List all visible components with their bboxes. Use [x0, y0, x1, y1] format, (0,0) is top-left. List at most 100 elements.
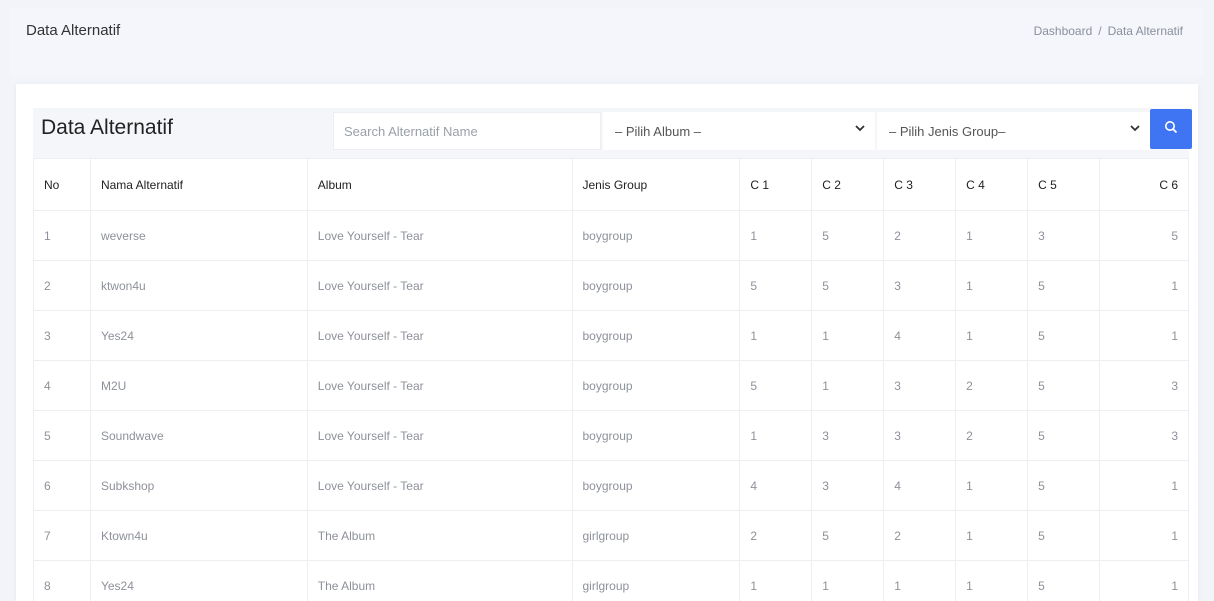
album-select-value: – Pilih Album – — [615, 123, 701, 139]
breadcrumb-separator: / — [1098, 24, 1102, 38]
table-row: 4 M2U Love Yourself - Tear boygroup 5 1 3 2 5 3 — [33, 360, 1189, 411]
cell-nama-alternatif: Ktown4u — [89, 510, 308, 561]
card-toolbar: Data Alternatif – Pilih Album – – Pilih … — [33, 108, 1192, 158]
table-row: 8 Yes24 The Album girlgroup 1 1 1 1 5 1 — [33, 560, 1189, 601]
page-title: Data Alternatif — [26, 22, 121, 39]
card-title: Data Alternatif — [41, 116, 173, 139]
cell-c6: 1 — [1099, 260, 1189, 311]
search-input[interactable] — [333, 112, 601, 150]
cell-c2: 1 — [811, 560, 885, 601]
cell-c6: 1 — [1099, 510, 1189, 561]
cell-c4: 2 — [955, 410, 1029, 461]
column-header-c6: C 6 — [1099, 158, 1189, 211]
cell-no: 3 — [33, 310, 91, 361]
cell-c3: 3 — [883, 360, 957, 411]
cell-nama-alternatif: Soundwave — [89, 410, 308, 461]
cell-nama-alternatif: ktwon4u — [89, 260, 308, 311]
table-row: 1 weverse Love Yourself - Tear boygroup 1 5 2 1… — [33, 210, 1189, 261]
table-row: 6 Subkshop Love Yourself - Tear boygroup 4 3 4… — [33, 460, 1189, 511]
column-header-c5: C 5 — [1027, 158, 1101, 211]
cell-nama-alternatif: M2U — [89, 360, 308, 411]
cell-c2: 1 — [811, 310, 885, 361]
column-header-jenis-group: Jenis Group — [571, 158, 741, 211]
page-header: Data Alternatif Dashboard / Data Alternati… — [10, 8, 1203, 76]
cell-c1: 5 — [739, 360, 813, 411]
chevron-down-icon — [1130, 124, 1140, 135]
column-header-nama-alternatif: Nama Alternatif — [89, 158, 308, 211]
cell-c6: 3 — [1099, 410, 1189, 461]
cell-album: Love Yourself - Tear — [306, 310, 573, 361]
cell-c2: 5 — [811, 510, 885, 561]
cell-c2: 1 — [811, 360, 885, 411]
cell-c4: 1 — [955, 560, 1029, 601]
column-header-c2: C 2 — [811, 158, 885, 211]
cell-c3: 3 — [883, 260, 957, 311]
cell-c3: 1 — [883, 560, 957, 601]
cell-c5: 5 — [1027, 410, 1101, 461]
cell-no: 7 — [33, 510, 91, 561]
table-row: 7 Ktown4u The Album girlgroup 2 5 2 1 5 1 — [33, 510, 1189, 561]
cell-nama-alternatif: Yes24 — [89, 560, 308, 601]
cell-c5: 5 — [1027, 360, 1101, 411]
cell-jenis-group: boygroup — [571, 360, 741, 411]
cell-c4: 2 — [955, 360, 1029, 411]
cell-c6: 1 — [1099, 310, 1189, 361]
cell-c6: 1 — [1099, 460, 1189, 511]
cell-jenis-group: boygroup — [571, 260, 741, 311]
breadcrumb: Dashboard / Data Alternatif — [1034, 24, 1183, 38]
album-select[interactable]: – Pilih Album – — [603, 112, 875, 150]
breadcrumb-current: Data Alternatif — [1107, 24, 1183, 38]
alternatif-table: No Nama Alternatif Album Jenis Group C 1C 2C… — [33, 158, 1189, 601]
cell-c5: 5 — [1027, 310, 1101, 361]
column-header-c4: C 4 — [955, 158, 1029, 211]
cell-c5: 5 — [1027, 560, 1101, 601]
cell-c6: 1 — [1099, 560, 1189, 601]
table-row: 2 ktwon4u Love Yourself - Tear boygroup 5 5 3 1… — [33, 260, 1189, 311]
cell-c4: 1 — [955, 510, 1029, 561]
cell-c2: 5 — [811, 210, 885, 261]
cell-c2: 3 — [811, 460, 885, 511]
cell-c1: 5 — [739, 260, 813, 311]
cell-c3: 2 — [883, 510, 957, 561]
cell-c3: 4 — [883, 310, 957, 361]
cell-c6: 5 — [1099, 210, 1189, 261]
cell-c5: 5 — [1027, 260, 1101, 311]
cell-album: Love Yourself - Tear — [306, 460, 573, 511]
chevron-down-icon — [855, 124, 865, 135]
cell-album: Love Yourself - Tear — [306, 410, 573, 461]
cell-c4: 1 — [955, 260, 1029, 311]
column-header-c1: C 1 — [739, 158, 813, 211]
cell-nama-alternatif: Yes24 — [89, 310, 308, 361]
cell-jenis-group: girlgroup — [571, 560, 741, 601]
cell-c1: 1 — [739, 410, 813, 461]
column-header-c3: C 3 — [883, 158, 957, 211]
breadcrumb-home-link[interactable]: Dashboard — [1034, 24, 1093, 38]
cell-c1: 2 — [739, 510, 813, 561]
cell-nama-alternatif: Subkshop — [89, 460, 308, 511]
cell-no: 4 — [33, 360, 91, 411]
cell-no: 1 — [33, 210, 91, 261]
cell-c4: 1 — [955, 310, 1029, 361]
cell-c1: 1 — [739, 310, 813, 361]
table-header-row: No Nama Alternatif Album Jenis Group C 1C 2C… — [33, 158, 1189, 211]
search-icon — [1164, 120, 1178, 139]
cell-c4: 1 — [955, 460, 1029, 511]
search-button[interactable] — [1150, 109, 1192, 149]
cell-c3: 4 — [883, 460, 957, 511]
cell-c5: 5 — [1027, 510, 1101, 561]
cell-c4: 1 — [955, 210, 1029, 261]
cell-c1: 1 — [739, 210, 813, 261]
alternatif-card: Data Alternatif – Pilih Album – – Pilih … — [16, 84, 1198, 601]
group-select[interactable]: – Pilih Jenis Group– — [877, 112, 1150, 150]
cell-album: Love Yourself - Tear — [306, 360, 573, 411]
group-select-value: – Pilih Jenis Group– — [889, 123, 1006, 139]
column-header-no: No — [33, 158, 91, 211]
cell-c3: 3 — [883, 410, 957, 461]
cell-c2: 5 — [811, 260, 885, 311]
cell-c5: 3 — [1027, 210, 1101, 261]
cell-album: The Album — [306, 510, 573, 561]
cell-no: 2 — [33, 260, 91, 311]
cell-no: 6 — [33, 460, 91, 511]
cell-no: 5 — [33, 410, 91, 461]
cell-jenis-group: boygroup — [571, 210, 741, 261]
